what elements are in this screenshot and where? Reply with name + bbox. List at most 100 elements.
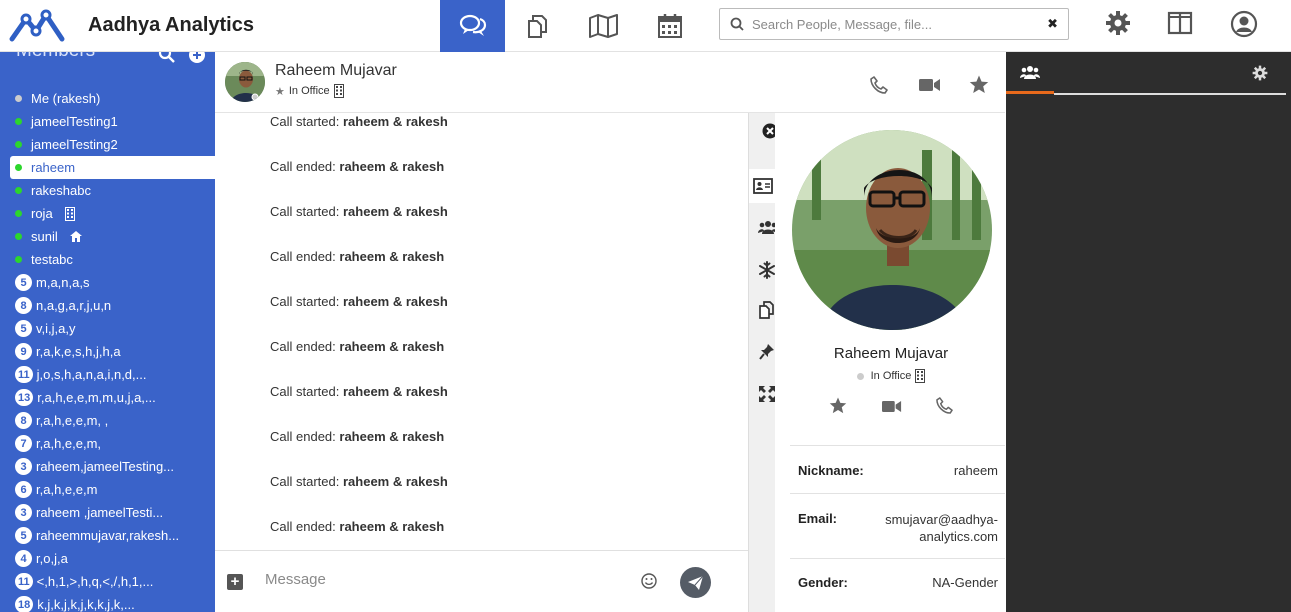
- add-member-icon[interactable]: [188, 52, 206, 64]
- member-label: r,a,h,e,e,m,m,u,j,a,...: [37, 390, 156, 405]
- video-call-icon[interactable]: [919, 78, 941, 92]
- member-label: r,a,h,e,e,m, ,: [36, 413, 109, 428]
- settings-gear-icon[interactable]: [1105, 10, 1131, 36]
- favorite-star-icon[interactable]: [969, 75, 989, 94]
- group-count-badge: 4: [15, 550, 32, 567]
- call-log-message: Call started: raheem & rakesh: [270, 384, 448, 399]
- sidebar-member-item[interactable]: 11 j,o,s,h,a,n,a,i,n,d,...: [10, 363, 215, 386]
- send-plane-icon: [688, 575, 704, 590]
- call-log-message: Call started: raheem & rakesh: [270, 474, 448, 489]
- split-view-icon[interactable]: [1167, 10, 1193, 36]
- call-log-message: Call started: raheem & rakesh: [270, 294, 448, 309]
- message-input[interactable]: [265, 568, 625, 590]
- call-event-text: Call ended:: [270, 519, 340, 534]
- member-label: rakeshabc: [31, 183, 91, 198]
- group-count-badge: 11: [15, 573, 33, 590]
- files-icon: [527, 15, 547, 38]
- call-log-message: Call ended: raheem & rakesh: [270, 339, 444, 354]
- members-sidebar: Members Me (rakesh) jameelTesting1 jameelT…: [0, 52, 215, 612]
- nav-tab-calendar[interactable]: [637, 0, 702, 52]
- shared-files-icon[interactable]: [758, 301, 776, 319]
- call-event-text: Call started:: [270, 294, 343, 309]
- member-label: k,j,k,j,k,j,k,k,j,k,...: [37, 597, 135, 612]
- nav-tab-map[interactable]: [571, 0, 636, 52]
- sidebar-member-item[interactable]: 5 raheemmujavar,rakesh...: [10, 524, 215, 547]
- user-account-icon[interactable]: [1230, 10, 1258, 38]
- sidebar-member-item[interactable]: 3 raheem ,jameelTesti...: [10, 501, 215, 524]
- sidebar-member-item[interactable]: 3 raheem,jameelTesting...: [10, 455, 215, 478]
- chat-bubbles-icon: [459, 14, 486, 36]
- member-label: <,h,1,>,h,q,<,/,h,1,...: [36, 574, 154, 589]
- nickname-value: raheem: [953, 463, 998, 478]
- member-label: raheem ,jameelTesti...: [36, 505, 164, 520]
- sidebar-member-item[interactable]: 4 r,o,j,a: [10, 547, 215, 570]
- member-label: testabc: [31, 252, 73, 267]
- sidebar-member-item[interactable]: 6 r,a,h,e,e,m: [10, 478, 215, 501]
- presence-dot: [15, 118, 22, 125]
- voice-call-icon[interactable]: [870, 76, 888, 94]
- contact-profile-panel: Raheem Mujavar In Office Nickname: rahee…: [775, 113, 1005, 612]
- member-label: raheem,jameelTesting...: [36, 459, 175, 474]
- search-input[interactable]: [752, 14, 1042, 34]
- sidebar-member-item[interactable]: sunil: [10, 225, 215, 248]
- expand-icon[interactable]: [759, 386, 775, 402]
- sidebar-member-item[interactable]: 5 m,a,n,a,s: [10, 271, 215, 294]
- member-label: sunil: [31, 229, 58, 244]
- search-members-icon[interactable]: [158, 52, 176, 64]
- sidebar-member-item[interactable]: 13 r,a,h,e,e,m,m,u,j,a,...: [10, 386, 215, 409]
- group-count-badge: 8: [15, 297, 32, 314]
- profile-favorite-icon[interactable]: [829, 397, 847, 414]
- contact-status: ★ In Office: [275, 84, 344, 98]
- nav-tab-chat[interactable]: [440, 0, 505, 52]
- members-title: Members: [16, 52, 95, 62]
- contact-avatar[interactable]: [225, 62, 265, 102]
- sidebar-member-item[interactable]: testabc: [10, 248, 215, 271]
- contact-card-tab[interactable]: [749, 169, 776, 203]
- sidebar-member-item[interactable]: roja: [10, 202, 215, 225]
- attach-plus-icon[interactable]: +: [227, 574, 243, 590]
- emoji-icon[interactable]: [641, 573, 657, 589]
- status-dot: [856, 372, 864, 380]
- profile-video-call-icon[interactable]: [882, 400, 902, 413]
- building-icon: [64, 206, 75, 221]
- group-count-badge: 7: [15, 435, 32, 452]
- sidebar-member-item[interactable]: rakeshabc: [10, 179, 215, 202]
- clear-search-icon[interactable]: ✖: [1047, 16, 1058, 32]
- sidebar-member-item[interactable]: raheem: [10, 156, 215, 179]
- group-count-badge: 8: [15, 412, 32, 429]
- call-event-text: Call started:: [270, 204, 343, 219]
- people-icon: [1020, 65, 1040, 79]
- pin-icon[interactable]: [759, 343, 775, 361]
- sidebar-member-item[interactable]: 7 r,a,h,e,e,m,: [10, 432, 215, 455]
- nav-tab-files[interactable]: [505, 0, 570, 52]
- email-line-2: analytics.com: [919, 529, 998, 544]
- presence-dot: [15, 95, 22, 102]
- sidebar-member-item[interactable]: jameelTesting1: [10, 110, 215, 133]
- sidebar-member-item[interactable]: 9 r,a,k,e,s,h,j,h,a: [10, 340, 215, 363]
- sidebar-member-item[interactable]: 18 k,j,k,j,k,j,k,k,j,k,...: [10, 593, 215, 612]
- send-button[interactable]: [680, 567, 711, 598]
- call-participants: raheem & rakesh: [339, 519, 445, 534]
- sidebar-member-item[interactable]: 11 <,h,1,>,h,q,<,/,h,1,...: [10, 570, 215, 593]
- sidebar-member-item[interactable]: jameelTesting2: [10, 133, 215, 156]
- profile-voice-call-icon[interactable]: [936, 397, 953, 414]
- sidebar-member-item[interactable]: 8 r,a,h,e,e,m, ,: [10, 409, 215, 432]
- gender-row: Gender: NA-Gender: [790, 558, 1005, 612]
- sidebar-member-item[interactable]: 8 n,a,g,a,r,j,u,n: [10, 294, 215, 317]
- home-icon: [69, 231, 82, 242]
- snowflake-icon[interactable]: [758, 261, 776, 279]
- global-search[interactable]: ✖: [719, 8, 1069, 40]
- star-icon: ★: [275, 85, 285, 98]
- member-label: r,a,h,e,e,m,: [36, 436, 102, 451]
- panel-settings-icon[interactable]: [1252, 65, 1268, 81]
- email-row: Email: smujavar@aadhya- analytics.com: [790, 493, 1005, 558]
- sidebar-member-item[interactable]: 5 v,i,j,a,y: [10, 317, 215, 340]
- sidebar-member-item[interactable]: Me (rakesh): [10, 87, 215, 110]
- presence-dot: [15, 164, 22, 171]
- map-icon: [588, 14, 618, 38]
- call-event-text: Call ended:: [270, 249, 340, 264]
- top-bar: Aadhya Analytics Search People, Message,…: [0, 0, 1291, 52]
- people-tab[interactable]: [1006, 52, 1054, 94]
- profile-status: In Office: [775, 369, 1007, 383]
- profile-name: Raheem Mujavar: [833, 345, 949, 362]
